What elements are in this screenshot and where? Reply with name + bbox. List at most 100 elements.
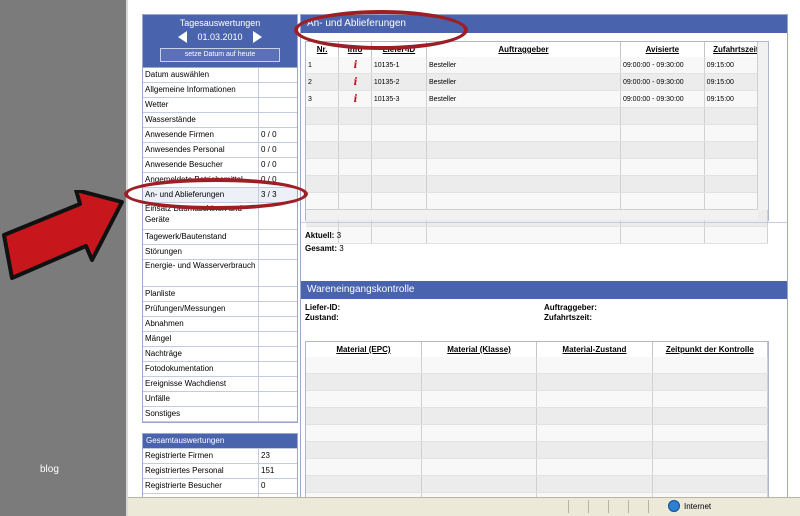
nav-item[interactable]: Angemeldete Betriebsmittel 0 / 0	[143, 173, 297, 188]
empty-cell	[652, 458, 768, 476]
empty-cell	[338, 192, 372, 210]
table-cell: 2	[306, 73, 340, 91]
nav-item-count	[259, 302, 297, 316]
inspection-column-header[interactable]: Material (Klasse)	[421, 342, 538, 357]
table-cell: 09:00:00 - 09:30:00	[620, 57, 705, 74]
empty-cell	[371, 107, 427, 125]
nav-item-count	[259, 113, 297, 127]
empty-cell	[371, 226, 427, 244]
nav-item[interactable]: Ereignisse Wachdienst	[143, 377, 297, 392]
status-bar: Internet	[128, 497, 800, 516]
empty-cell	[306, 441, 422, 459]
nav-item-count	[259, 347, 297, 361]
nav-item[interactable]: Anwesendes Personal 0 / 0	[143, 143, 297, 158]
info-icon[interactable]: i	[354, 60, 358, 71]
deliveries-grid: Nr. Info Liefer-ID Auftraggeber Avisierte Zuf…	[305, 41, 769, 244]
nav-item[interactable]: Wasserstände	[143, 113, 297, 128]
empty-cell	[421, 424, 538, 442]
nav-item-label: Einsatz Baumaschinen und Geräte	[143, 203, 259, 229]
empty-cell	[338, 107, 372, 125]
deliveries-horizontal-scrollbar[interactable]	[306, 209, 758, 220]
nav-item[interactable]: Prüfungen/Messungen	[143, 302, 297, 317]
nav-item[interactable]: Tagewerk/Bautenstand	[143, 230, 297, 245]
inspection-column-header[interactable]: Zeitpunkt der Kontrolle	[652, 342, 768, 357]
nav-item-count	[259, 245, 297, 259]
empty-cell	[426, 158, 621, 176]
date-navigator: 01.03.2010	[143, 31, 297, 43]
empty-cell	[338, 175, 372, 193]
info-icon[interactable]: i	[354, 94, 358, 105]
summary-row-count: 23	[261, 451, 270, 460]
table-row[interactable]: 3 i 10135-3 Besteller 09:00:00 - 09:30:00 09:…	[306, 90, 769, 108]
empty-cell	[620, 175, 705, 193]
inspection-column-header[interactable]: Material-Zustand	[536, 342, 653, 357]
auftraggeber-label: Auftraggeber:	[544, 303, 597, 312]
empty-cell	[421, 458, 538, 476]
table-cell: i	[338, 73, 372, 91]
deliveries-column-header[interactable]: Info	[338, 42, 372, 57]
empty-cell	[620, 107, 705, 125]
inspection-title: Wareneingangskontrolle	[301, 281, 787, 299]
nav-item-label: Ereignisse Wachdienst	[143, 377, 259, 391]
table-cell: 09:00:00 - 09:30:00	[620, 73, 705, 91]
summary-row: Registriertes Personal 151	[143, 463, 297, 478]
nav-item[interactable]: Mängel	[143, 332, 297, 347]
blog-label: blog	[40, 464, 59, 475]
table-row	[306, 124, 769, 142]
empty-cell	[620, 141, 705, 159]
table-row[interactable]: 1 i 10135-1 Besteller 09:00:00 - 09:30:00 09:…	[306, 57, 769, 74]
deliveries-column-header[interactable]: Avisierte	[620, 42, 705, 57]
table-cell: Besteller	[426, 90, 621, 108]
nav-item-label: Nachträge	[143, 347, 259, 361]
table-row	[306, 424, 768, 442]
inspection-column-header[interactable]: Material (EPC)	[306, 342, 422, 357]
previous-day-icon[interactable]	[178, 31, 188, 43]
internet-zone: Internet	[668, 500, 711, 512]
nav-item[interactable]: Planliste	[143, 287, 297, 302]
nav-item[interactable]: Sonstiges	[143, 407, 297, 422]
empty-cell	[536, 357, 653, 374]
deliveries-column-header[interactable]: Nr.	[306, 42, 340, 57]
deliveries-column-header[interactable]: Auftraggeber	[426, 42, 621, 57]
table-row	[306, 390, 768, 408]
nav-item[interactable]: Fotodokumentation	[143, 362, 297, 377]
table-row[interactable]: 2 i 10135-2 Besteller 09:00:00 - 09:30:00 09:…	[306, 73, 769, 91]
info-icon[interactable]: i	[354, 77, 358, 88]
nav-item[interactable]: Störungen	[143, 245, 297, 260]
internet-zone-label: Internet	[684, 501, 712, 511]
deliveries-vertical-scrollbar[interactable]	[757, 42, 768, 210]
left-sidebar: Tagesauswertungen 01.03.2010 setze Datum…	[142, 14, 298, 509]
set-today-button[interactable]: setze Datum auf heute	[160, 48, 280, 62]
nav-item[interactable]: Energie- und Wasserverbrauch	[143, 260, 297, 287]
table-row	[306, 458, 768, 476]
empty-cell	[620, 124, 705, 142]
table-row	[306, 175, 769, 193]
nav-item[interactable]: Datum auswählen	[143, 68, 297, 83]
table-cell: 3	[306, 90, 340, 108]
nav-item[interactable]: Anwesende Besucher 0 / 0	[143, 158, 297, 173]
deliveries-column-header[interactable]: Liefer-ID	[371, 42, 427, 57]
nav-item-label: Wetter	[143, 98, 259, 112]
nav-item[interactable]: Unfälle	[143, 392, 297, 407]
next-day-icon[interactable]	[252, 31, 262, 43]
gesamt-value: 3	[339, 244, 344, 253]
nav-item[interactable]: Nachträge	[143, 347, 297, 362]
empty-cell	[306, 475, 422, 493]
empty-cell	[426, 141, 621, 159]
nav-item[interactable]: Anwesende Firmen 0 / 0	[143, 128, 297, 143]
status-segment	[648, 500, 649, 513]
nav-item[interactable]: Wetter	[143, 98, 297, 113]
empty-cell	[306, 141, 340, 159]
nav-item[interactable]: Einsatz Baumaschinen und Geräte	[143, 203, 297, 230]
table-cell: 09:00:00 - 09:30:00	[620, 90, 705, 108]
nav-item[interactable]: Allgemeine Informationen	[143, 83, 297, 98]
empty-cell	[536, 441, 653, 459]
navigation-list: Datum auswählen Allgemeine Informationen W…	[142, 68, 298, 423]
nav-item[interactable]: Abnahmen	[143, 317, 297, 332]
table-cell: 10135-3	[371, 90, 427, 108]
status-segment	[608, 500, 609, 513]
nav-item[interactable]: An- und Ablieferungen 3 / 3	[143, 188, 297, 203]
nav-item-count	[259, 260, 297, 286]
nav-item-count	[259, 203, 297, 229]
table-row	[306, 475, 768, 493]
